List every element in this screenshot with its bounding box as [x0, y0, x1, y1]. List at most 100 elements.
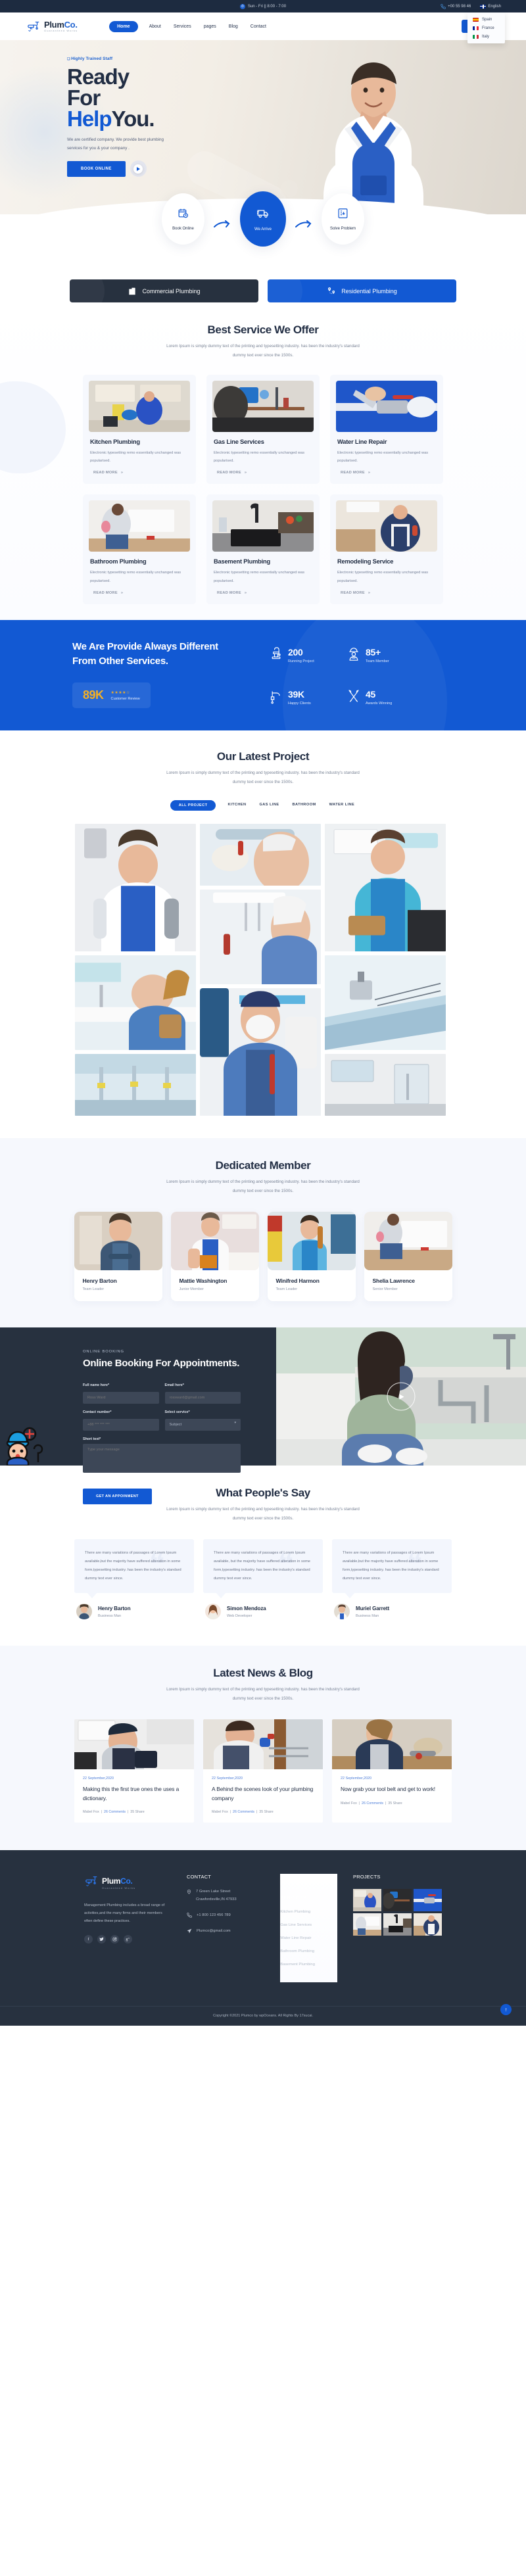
stat-number: 85+: [366, 647, 381, 658]
service-card[interactable]: Basement Plumbing Electronic typesetting…: [206, 494, 320, 604]
footer-service-link[interactable]: Bathroom Plumbing: [280, 1949, 337, 1953]
stat-number: 200: [288, 647, 303, 658]
service-read-more[interactable]: READ MORE»: [337, 591, 437, 595]
gallery-item[interactable]: [325, 1054, 446, 1116]
filter-kitchen[interactable]: KITCHEN: [226, 800, 247, 811]
nav-item-contact[interactable]: Contact: [249, 22, 268, 32]
footer-project-thumb[interactable]: [414, 1913, 442, 1936]
gallery-item[interactable]: [200, 824, 321, 886]
footer-email[interactable]: Plumco@gmail.com: [187, 1928, 264, 1935]
tab-residential-plumbing[interactable]: Residential Plumbing: [268, 279, 456, 302]
service-read-more[interactable]: READ MORE»: [90, 471, 190, 475]
contact-number-input[interactable]: [83, 1418, 159, 1431]
nav-item-about[interactable]: About: [148, 22, 162, 32]
stat-item: 45 Awards Winning: [347, 687, 425, 708]
language-option-france[interactable]: France: [467, 24, 505, 32]
blog-card[interactable]: 22 September,2020 A Behind the scenes lo…: [203, 1719, 323, 1823]
blog-title[interactable]: Now grab your tool belt and get to work!: [341, 1785, 443, 1794]
service-read-more[interactable]: READ MORE»: [214, 471, 314, 475]
service-read-more[interactable]: READ MORE»: [214, 591, 314, 595]
get-appointment-button[interactable]: GET AN APPOINMENT: [83, 1488, 152, 1504]
footer-project-thumb[interactable]: [383, 1913, 412, 1936]
footer-project-thumb[interactable]: [353, 1913, 381, 1936]
footer-phone[interactable]: +1 800 123 456 789: [187, 1912, 264, 1919]
blog-card[interactable]: 22 September,2020 Making this the first …: [74, 1719, 194, 1823]
service-read-more[interactable]: READ MORE»: [337, 471, 437, 475]
filter-bathroom[interactable]: BATHROOM: [291, 800, 318, 811]
blog-image: [332, 1719, 452, 1770]
gallery-item[interactable]: [325, 824, 446, 952]
gallery-item[interactable]: [75, 1054, 196, 1116]
team-member-role: Senior Member: [372, 1287, 398, 1292]
footer-brand-tagline: Guaranteed Works: [102, 1886, 136, 1890]
steps-band: Book Online We Arrive Solve Problem: [0, 191, 526, 264]
instagram-icon[interactable]: [110, 1935, 119, 1944]
facebook-icon[interactable]: f: [84, 1935, 93, 1944]
blog-title[interactable]: A Behind the scenes look of your plumbin…: [212, 1785, 314, 1803]
footer-service-link[interactable]: Gas Line Services: [280, 1923, 337, 1927]
blog-author: Mabel Fox: [212, 1810, 228, 1815]
select-service-dropdown[interactable]: Subject: [164, 1418, 241, 1431]
topbar-phone[interactable]: +00 55 98 46: [441, 3, 471, 9]
blog-comments[interactable]: 26 Comments: [104, 1810, 126, 1814]
gallery-item[interactable]: [75, 955, 196, 1051]
service-desc: Electronic typesetting remo essentially …: [214, 571, 305, 583]
blog-title[interactable]: Making this the first true ones the uses…: [83, 1785, 185, 1803]
footer-project-thumb[interactable]: [383, 1889, 412, 1912]
nav-menu: Home About Services pages Blog Contact: [109, 20, 268, 32]
footer-about-text: Management Plumbing includes a broad ran…: [84, 1903, 165, 1923]
google-plus-icon[interactable]: g⁺: [124, 1935, 132, 1944]
nav-item-home[interactable]: Home: [109, 20, 138, 32]
team-member-card[interactable]: Winifred Harmon Team Leader: [267, 1212, 356, 1302]
gallery-item[interactable]: [200, 890, 321, 985]
topbar-hours: ⏱ Sun - Fri || 8:00 - 7:00: [239, 3, 287, 9]
filter-water-line[interactable]: WATER LINE: [328, 800, 356, 811]
tab-commercial-plumbing[interactable]: Commercial Plumbing: [70, 279, 258, 302]
nav-item-blog[interactable]: Blog: [227, 22, 239, 32]
language-option-spain[interactable]: Spain: [467, 15, 505, 24]
language-selector[interactable]: English: [480, 4, 501, 9]
nav-item-pages[interactable]: pages: [203, 22, 218, 32]
testimonial-item: ❝ There are many variations of passages …: [74, 1539, 194, 1620]
footer-project-thumb[interactable]: [414, 1889, 442, 1912]
full-name-input[interactable]: [83, 1391, 159, 1404]
team-member-card[interactable]: Mattie Washington Junior Member: [170, 1212, 259, 1302]
brand-logo[interactable]: PlumCo. Guaranteed Works: [26, 19, 78, 34]
book-online-button[interactable]: BOOK ONLINE: [67, 160, 126, 177]
footer-project-thumb[interactable]: [353, 1889, 381, 1912]
team-member-card[interactable]: Henry Barton Team Leader: [74, 1212, 162, 1302]
blog-comments[interactable]: 26 Comments: [362, 1801, 383, 1805]
footer-service-link[interactable]: Water Line Repair: [280, 1936, 337, 1940]
gallery-item[interactable]: [200, 988, 321, 1116]
blog-card[interactable]: 22 September,2020 Now grab your tool bel…: [332, 1719, 452, 1823]
footer-service-link[interactable]: Basement Plumbing: [280, 1963, 337, 1967]
filter-all-project[interactable]: ALL PROJECT: [170, 800, 216, 811]
language-option-italy[interactable]: Italy: [467, 32, 505, 41]
footer-service-link[interactable]: Kitchen Plumbing: [280, 1910, 337, 1914]
footer-copyright: Copyright ©2021 Plumco by wpOceans. All …: [0, 2006, 526, 2026]
service-card[interactable]: Remodeling Service Electronic typesettin…: [330, 494, 443, 604]
nav-item-services[interactable]: Services: [172, 22, 193, 32]
main-navbar: PlumCo. Guaranteed Works Home About Serv…: [0, 12, 526, 40]
service-type-tabs: Commercial Plumbing Residential Plumbing: [0, 264, 526, 302]
topbar-hours-text: Sun - Fri || 8:00 - 7:00: [247, 4, 287, 9]
service-card[interactable]: Water Line Repair Electronic typesetting…: [330, 374, 443, 485]
blog-comments[interactable]: 26 Comments: [233, 1810, 254, 1814]
footer-logo[interactable]: PlumCo. Guaranteed Works: [84, 1874, 171, 1892]
step-we-arrive[interactable]: We Arrive: [240, 191, 286, 247]
short-text-textarea[interactable]: [83, 1443, 241, 1473]
service-read-more[interactable]: READ MORE»: [90, 591, 190, 595]
gallery-item[interactable]: [325, 955, 446, 1051]
service-card[interactable]: Kitchen Plumbing Electronic typesetting …: [83, 374, 196, 485]
service-card[interactable]: Bathroom Plumbing Electronic typesetting…: [83, 494, 196, 604]
service-card[interactable]: Gas Line Services Electronic typesetting…: [206, 374, 320, 485]
filter-gas-line[interactable]: GAS LINE: [258, 800, 280, 811]
step-book-online[interactable]: Book Online: [162, 193, 204, 245]
step-solve-problem[interactable]: Solve Problem: [322, 193, 364, 245]
twitter-icon[interactable]: [97, 1935, 106, 1944]
gallery-item[interactable]: [75, 824, 196, 952]
booking-play-button[interactable]: [387, 1382, 416, 1411]
email-input[interactable]: [164, 1391, 241, 1404]
team-member-card[interactable]: Shelia Lawrence Senior Member: [364, 1212, 452, 1302]
hero-play-button[interactable]: [130, 160, 147, 178]
